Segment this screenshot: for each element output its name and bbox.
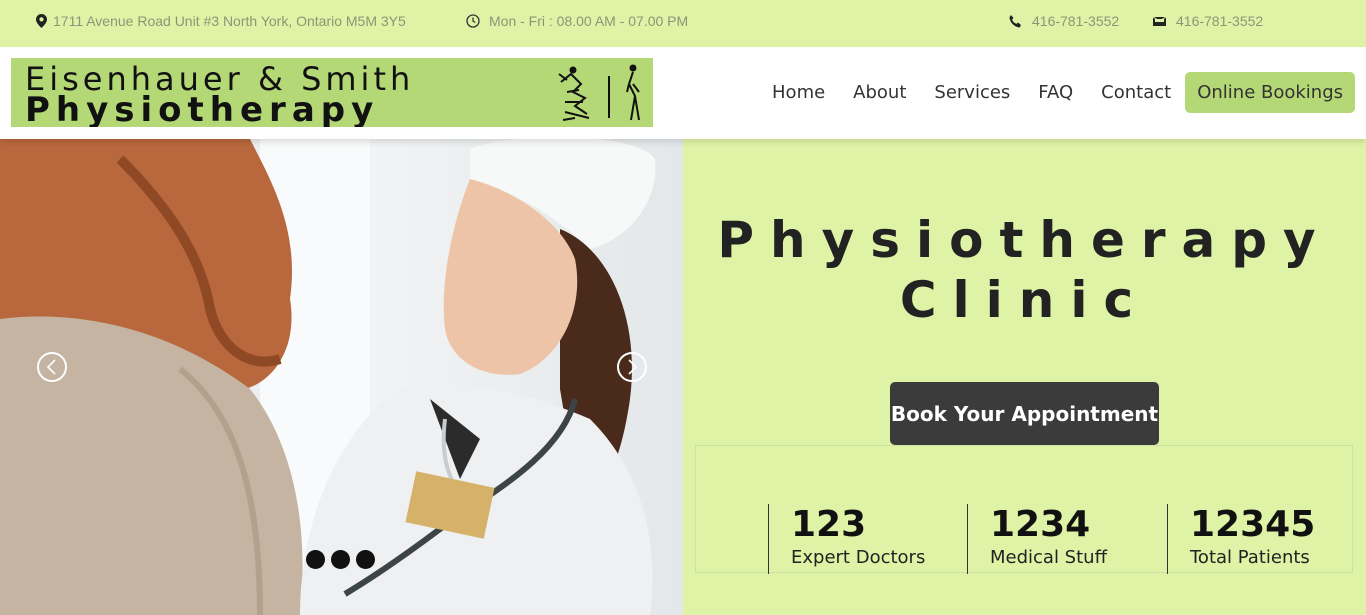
stats-panel: 123 Expert Doctors 1234 Medical Stuff 12… — [695, 445, 1353, 574]
stat-label: Medical Stuff — [990, 547, 1107, 568]
hours-item: Mon - Fri : 08.00 AM - 07.00 PM — [466, 13, 688, 29]
slider-pagination — [306, 550, 375, 569]
hero-title-line-2: Clinic — [899, 271, 1150, 329]
site-logo[interactable]: Eisenhauer & Smith Physiotherapy — [11, 58, 653, 127]
logo-figure-icon — [558, 64, 640, 121]
top-info-bar: 1711 Avenue Road Unit #3 North York, Ont… — [0, 0, 1366, 47]
stat-value: 12345 — [1190, 504, 1316, 545]
logo-line-2: Physiotherapy — [25, 90, 380, 127]
fax-item[interactable]: 416-781-3552 — [1152, 13, 1263, 29]
phone-text[interactable]: 416-781-3552 — [1032, 13, 1119, 29]
stat-expert-doctors: 123 Expert Doctors — [768, 504, 925, 574]
nav-faq[interactable]: FAQ — [1038, 82, 1073, 103]
clock-icon — [466, 14, 480, 28]
slider-dot[interactable] — [306, 550, 325, 569]
stat-value: 123 — [791, 504, 867, 545]
hours-text: Mon - Fri : 08.00 AM - 07.00 PM — [489, 13, 689, 29]
stat-value: 1234 — [990, 504, 1091, 545]
nav-home[interactable]: Home — [772, 82, 825, 103]
hero-content: Physiotherapy Clinic Book Your Appointme… — [683, 139, 1366, 615]
slider-dot[interactable] — [331, 550, 350, 569]
address-text: 1711 Avenue Road Unit #3 North York, Ont… — [53, 13, 406, 29]
nav-contact[interactable]: Contact — [1101, 82, 1171, 103]
address-item: 1711 Avenue Road Unit #3 North York, Ont… — [36, 13, 406, 29]
hero-image — [0, 139, 683, 615]
stat-medical-stuff: 1234 Medical Stuff — [967, 504, 1107, 574]
hero-slider — [0, 139, 683, 615]
map-marker-icon — [36, 14, 47, 28]
fax-icon — [1152, 14, 1167, 28]
nav-about[interactable]: About — [853, 82, 906, 103]
phone-item[interactable]: 416-781-3552 — [1008, 13, 1119, 29]
slider-dot[interactable] — [356, 550, 375, 569]
slider-prev-button[interactable] — [37, 352, 67, 382]
nav-services[interactable]: Services — [934, 82, 1010, 103]
hero-title-line-1: Physiotherapy — [717, 211, 1332, 269]
online-bookings-button[interactable]: Online Bookings — [1185, 72, 1355, 113]
chevron-right-icon — [628, 359, 638, 375]
stat-total-patients: 12345 Total Patients — [1167, 504, 1315, 574]
phone-icon — [1008, 14, 1023, 29]
book-appointment-button[interactable]: Book Your Appointment — [890, 382, 1159, 445]
main-nav: Home About Services FAQ Contact Online B… — [744, 72, 1355, 113]
slider-next-button[interactable] — [617, 352, 647, 382]
stat-label: Expert Doctors — [791, 547, 926, 568]
fax-text[interactable]: 416-781-3552 — [1176, 13, 1263, 29]
site-header: Eisenhauer & Smith Physiotherapy Home Ab… — [0, 47, 1366, 139]
stat-label: Total Patients — [1190, 547, 1310, 568]
chevron-left-icon — [46, 359, 56, 375]
